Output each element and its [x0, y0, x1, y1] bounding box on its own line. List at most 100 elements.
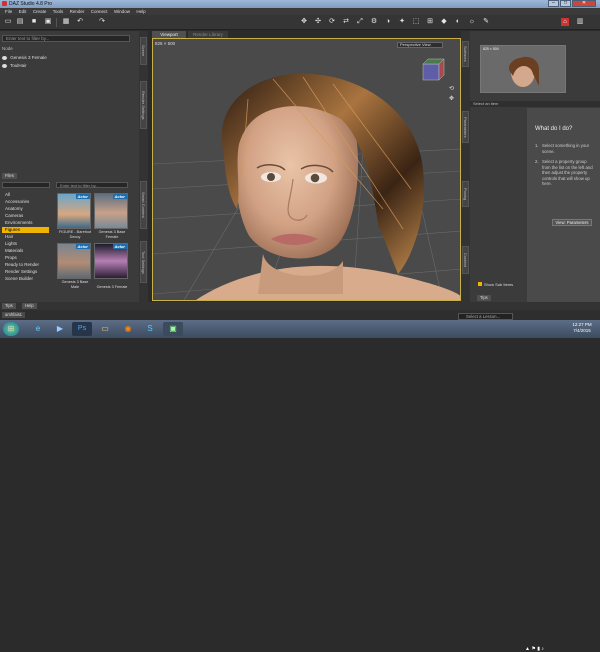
daz-studio-task-icon[interactable]: ▣: [163, 322, 183, 336]
universal-tool-icon[interactable]: ✣: [314, 18, 322, 26]
product-caption: Genesis 3 Base Female: [98, 230, 126, 239]
start-button[interactable]: ⊞: [3, 322, 19, 336]
light-tool-icon[interactable]: ☼: [468, 18, 476, 26]
spot-render-icon[interactable]: ⬚: [412, 18, 420, 26]
menu-create[interactable]: Create: [33, 9, 47, 14]
tab-document[interactable]: amhfais1: [2, 312, 25, 318]
scene-item-genesis[interactable]: Genesis 3 Female: [2, 55, 47, 62]
menu-edit[interactable]: Edit: [19, 9, 27, 14]
tab-posing[interactable]: Posing: [462, 181, 469, 207]
lesson-select[interactable]: Select a Lesson...: [458, 313, 513, 320]
new-scene-icon[interactable]: ▭: [4, 18, 12, 26]
render-icon[interactable]: ▦: [62, 18, 70, 26]
tab-tips-right[interactable]: Tips: [477, 295, 491, 301]
photoshop-icon[interactable]: Ps: [72, 322, 92, 336]
item-select-dropdown[interactable]: Select an item: [473, 101, 523, 107]
skype-icon[interactable]: S: [140, 322, 160, 336]
tab-content[interactable]: Content: [462, 246, 469, 274]
tab-files[interactable]: Files: [2, 173, 17, 179]
help-step-2: 2. Select a property group from the list …: [535, 159, 593, 186]
category-cameras[interactable]: Cameras: [2, 213, 49, 219]
category-all[interactable]: All: [2, 192, 49, 198]
close-button[interactable]: ✕: [572, 0, 596, 7]
aux-viewport-preview: 825 × 500: [480, 45, 566, 93]
tab-tips[interactable]: Tips: [2, 303, 16, 309]
category-filter-input[interactable]: [2, 182, 50, 188]
category-lights[interactable]: Lights: [2, 241, 49, 247]
menu-connect[interactable]: Connect: [91, 9, 108, 14]
scene-item-hair[interactable]: ToulHair: [2, 63, 27, 70]
category-props[interactable]: Props: [2, 255, 49, 261]
step-text: Select something in your scene.: [542, 143, 590, 154]
menu-window[interactable]: Window: [114, 9, 130, 14]
product-thumb-g3-base-male[interactable]: Actor Genesis 3 Base Male: [57, 243, 91, 289]
product-thumb-barefoot-decoy[interactable]: Actor FIGURE - Barefoot Decoy: [57, 193, 91, 239]
show-sub-items[interactable]: Show Sub Items: [478, 282, 513, 287]
home-icon[interactable]: ⌂: [561, 18, 569, 26]
undo-icon[interactable]: ↶: [76, 18, 84, 26]
geometry-editor-icon[interactable]: ✦: [398, 18, 406, 26]
pan-icon[interactable]: ✥: [449, 95, 454, 102]
bottom-tabs: Tips Help: [0, 302, 600, 310]
scale-tool-icon[interactable]: ⤢: [356, 18, 364, 26]
firefox-icon[interactable]: ◉: [118, 322, 138, 336]
camera-select[interactable]: Perspective View: [397, 42, 443, 48]
scene-tool-icon[interactable]: ✎: [482, 18, 490, 26]
category-scene-builder[interactable]: Scene Builder: [2, 276, 49, 282]
menu-help[interactable]: Help: [136, 9, 145, 14]
ie-icon[interactable]: e: [28, 322, 48, 336]
menu-render[interactable]: Render: [70, 9, 85, 14]
tab-parameters[interactable]: Parameters: [462, 111, 469, 143]
file-explorer-icon[interactable]: ▭: [95, 322, 115, 336]
tray-icons[interactable]: ▲ ⚑ ▮ ♪: [525, 646, 544, 652]
tab-smart-content[interactable]: Smart Content: [140, 181, 147, 229]
save-as-icon[interactable]: ▣: [44, 18, 52, 26]
category-ready-to-render[interactable]: Ready to Render: [2, 262, 49, 268]
open-icon[interactable]: ▤: [16, 18, 24, 26]
product-thumb-g3-base-female[interactable]: Actor Genesis 3 Base Female: [94, 193, 128, 239]
transform-icon[interactable]: ◆: [440, 18, 448, 26]
maximize-button[interactable]: □: [560, 0, 571, 7]
camera-tool-icon[interactable]: ◐: [454, 18, 462, 26]
3d-viewport[interactable]: 825 × 500 Perspective View ⟲ ✥: [152, 38, 461, 301]
taskbar-clock[interactable]: 12:27 PM 7/4/2015: [566, 322, 598, 334]
product-thumb-g3-female[interactable]: Actor Genesis 3 Female: [94, 243, 128, 289]
help-step-1: 1. Select something in your scene.: [535, 143, 590, 154]
category-environments[interactable]: Environments: [2, 220, 49, 226]
category-render-settings[interactable]: Render Settings: [2, 269, 49, 275]
category-figures[interactable]: Figures: [2, 227, 49, 233]
tab-tool-settings[interactable]: Tool Settings: [140, 241, 147, 283]
clock-date: 7/4/2015: [573, 328, 591, 333]
tab-surfaces[interactable]: Surfaces: [462, 41, 469, 67]
category-accessories[interactable]: Accessories: [2, 199, 49, 205]
category-anatomy[interactable]: Anatomy: [2, 206, 49, 212]
scene-filter-input[interactable]: Enter text to filter by...: [2, 35, 130, 42]
save-icon[interactable]: ■: [30, 18, 38, 26]
media-player-icon[interactable]: ▶: [50, 322, 70, 336]
tab-render-settings[interactable]: Render Settings: [140, 81, 147, 129]
tab-help[interactable]: Help: [22, 303, 37, 309]
surface-selection-icon[interactable]: ◑: [384, 18, 392, 26]
category-hair[interactable]: Hair: [2, 234, 49, 240]
tab-scene[interactable]: Scene: [140, 37, 147, 65]
joint-editor-icon[interactable]: ⚙: [370, 18, 378, 26]
view-parameters-button[interactable]: View: Parameters: [552, 219, 592, 226]
visibility-eye-icon[interactable]: [2, 55, 7, 60]
menu-tools[interactable]: Tools: [53, 9, 64, 14]
minimize-button[interactable]: –: [548, 0, 559, 7]
tab-render-library[interactable]: Render Library: [188, 31, 228, 38]
redo-icon[interactable]: ↷: [98, 18, 106, 26]
node-selection-icon[interactable]: ✥: [300, 18, 308, 26]
render-settings-icon[interactable]: ▥: [576, 18, 584, 26]
category-materials[interactable]: Materials: [2, 248, 49, 254]
orbit-icon[interactable]: ⟲: [449, 85, 454, 92]
menu-file[interactable]: File: [5, 9, 12, 14]
visibility-eye-icon[interactable]: [2, 63, 7, 68]
translate-tool-icon[interactable]: ⇄: [342, 18, 350, 26]
tab-viewport[interactable]: Viewport: [152, 31, 186, 38]
window-title: DAZ Studio 4.8 Pro: [9, 1, 53, 7]
region-navigator-icon[interactable]: ⊞: [426, 18, 434, 26]
rotate-tool-icon[interactable]: ⟳: [328, 18, 336, 26]
product-filter-input[interactable]: Enter text to filter by...: [56, 182, 128, 188]
scene-column-header: Node: [2, 46, 13, 51]
